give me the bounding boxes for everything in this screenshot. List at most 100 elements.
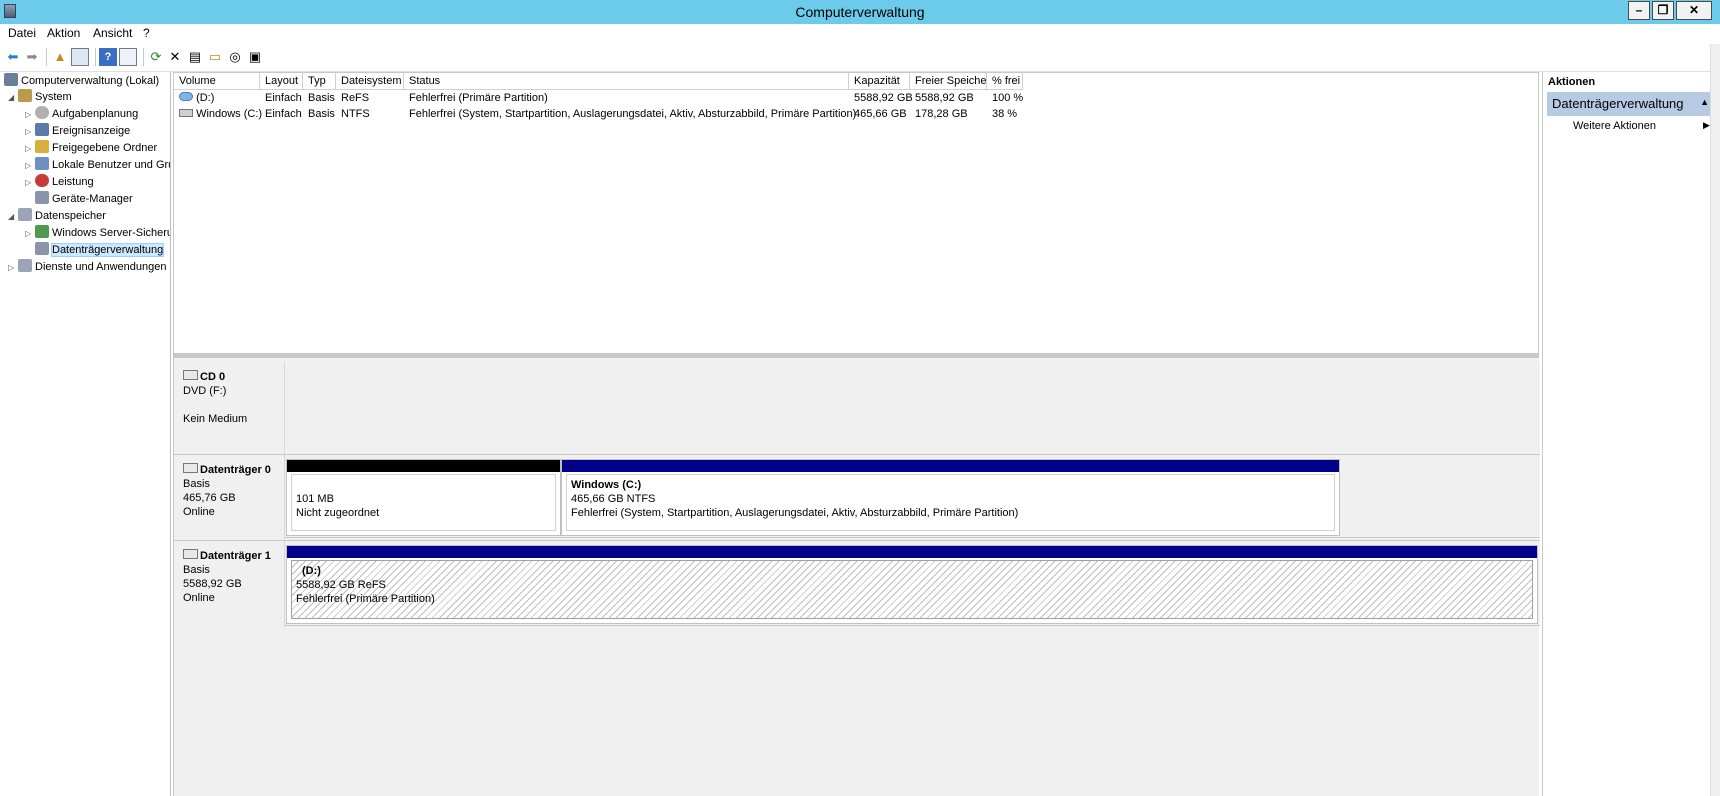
- tree-item-geraete-manager[interactable]: Geräte-Manager: [35, 191, 133, 207]
- tools-icon: [18, 89, 32, 102]
- disk-row-disk1[interactable]: Datenträger 1 Basis 5588,92 GB Online (D…: [174, 540, 1540, 627]
- disk-icon: [183, 463, 198, 473]
- search-disk-icon[interactable]: ◎: [226, 48, 244, 66]
- disk-label-disk1[interactable]: Datenträger 1 Basis 5588,92 GB Online: [174, 541, 285, 627]
- menu-ansicht[interactable]: Ansicht: [93, 26, 132, 40]
- actions-title: Aktionen: [1548, 76, 1596, 88]
- navigation-tree[interactable]: Computerverwaltung (Lokal) ◢ System ▷ Aufg…: [0, 72, 171, 796]
- table-cell: 100 %: [992, 92, 1024, 104]
- disk-row-cd0[interactable]: CD 0 DVD (F:) Kein Medium: [174, 362, 1540, 454]
- collapse-up-icon[interactable]: ▲: [1700, 97, 1709, 107]
- column-header-kapazitaet[interactable]: Kapazität: [849, 73, 910, 90]
- weitere-aktionen-item[interactable]: Weitere Aktionen: [1573, 120, 1656, 132]
- title-bar[interactable]: Computerverwaltung – ❐ ✕: [0, 0, 1720, 24]
- table-cell: 38 %: [992, 108, 1018, 120]
- settings-icon[interactable]: ▣: [246, 48, 264, 66]
- expand-arrow-icon[interactable]: ▷: [25, 124, 35, 140]
- column-header-volume[interactable]: Volume: [174, 73, 260, 90]
- up-folder-icon[interactable]: ▲: [51, 48, 69, 66]
- actions-section-header[interactable]: Datenträgerverwaltung ▲: [1547, 92, 1715, 116]
- column-header-freier-speicher[interactable]: Freier Speicher: [910, 73, 990, 90]
- show-hide-tree-icon[interactable]: [71, 48, 89, 66]
- table-cell: Einfach: [265, 108, 302, 120]
- table-cell: 178,28 GB: [915, 108, 968, 120]
- menu-datei[interactable]: Datei: [8, 26, 36, 40]
- expand-arrow-icon[interactable]: ▷: [25, 226, 35, 242]
- menu-help[interactable]: ?: [143, 26, 150, 40]
- properties-icon[interactable]: ▤: [186, 48, 204, 66]
- tree-item-ereignisanzeige[interactable]: ▷ Ereignisanzeige: [25, 123, 130, 139]
- table-cell: Basis: [308, 92, 335, 104]
- table-cell: NTFS: [341, 108, 370, 120]
- clock-icon: [35, 106, 49, 119]
- tree-item-datenspeicher[interactable]: ◢ Datenspeicher: [8, 208, 106, 224]
- collapse-arrow-icon[interactable]: ◢: [8, 90, 18, 106]
- actions-pane: Aktionen Datenträgerverwaltung ▲ Weitere…: [1542, 72, 1720, 796]
- partition-windows-c[interactable]: Windows (C:) 465,66 GB NTFS Fehlerfrei (…: [561, 459, 1340, 536]
- expand-arrow-icon[interactable]: ▷: [25, 158, 35, 174]
- restore-button[interactable]: ❐: [1652, 1, 1674, 20]
- tree-item-dienste[interactable]: ▷ Dienste und Anwendungen: [8, 259, 167, 275]
- cd-drive-icon: [183, 370, 198, 380]
- tree-item-lokale-benutzer[interactable]: ▷ Lokale Benutzer und Gru: [25, 157, 170, 174]
- tree-item-aufgabenplanung[interactable]: ▷ Aufgabenplanung: [25, 106, 138, 122]
- tree-item-freigegebene-ordner[interactable]: ▷ Freigegebene Ordner: [25, 140, 157, 156]
- column-header-prozent-frei[interactable]: % frei: [987, 73, 1023, 90]
- storage-icon: [18, 208, 32, 221]
- minimize-button[interactable]: –: [1628, 1, 1650, 20]
- table-row[interactable]: (D:): [174, 90, 260, 106]
- column-header-typ[interactable]: Typ: [303, 73, 336, 90]
- column-header-status[interactable]: Status: [404, 73, 849, 90]
- disk-map: CD 0 DVD (F:) Kein Medium Datenträger 0 …: [173, 358, 1540, 796]
- computer-icon: [4, 73, 18, 86]
- event-viewer-icon: [35, 123, 49, 136]
- refresh-icon[interactable]: ⟳: [147, 48, 165, 66]
- tree-item-root[interactable]: Computerverwaltung (Lokal): [4, 73, 159, 89]
- properties-panel-icon[interactable]: [119, 48, 137, 66]
- forward-arrow-icon[interactable]: ➡: [23, 48, 41, 66]
- table-cell: Einfach: [265, 92, 302, 104]
- tree-item-server-sicherung[interactable]: ▷Windows Server-Sicherung: [25, 225, 170, 242]
- column-header-dateisystem[interactable]: Dateisystem: [336, 73, 404, 90]
- partition-bar: [287, 460, 560, 472]
- table-cell: Fehlerfrei (Primäre Partition): [409, 92, 548, 104]
- expand-arrow-icon[interactable]: ▷: [25, 141, 35, 157]
- table-cell: Basis: [308, 108, 335, 120]
- users-icon: [35, 157, 49, 170]
- partition-bar: [287, 546, 1537, 558]
- partition-unallocated[interactable]: 101 MB Nicht zugeordnet: [286, 459, 561, 536]
- expand-arrow-icon[interactable]: ▷: [25, 107, 35, 123]
- toolbar: ⬅ ➡ ▲ ? ⟳ ✕ ▤ ▭ ◎ ▣: [0, 44, 1720, 72]
- tree-item-leistung[interactable]: ▷ Leistung: [25, 174, 94, 190]
- submenu-arrow-icon[interactable]: ▶: [1703, 120, 1710, 131]
- volume-icon: [179, 92, 193, 101]
- collapse-arrow-icon[interactable]: ◢: [8, 209, 18, 225]
- partition-bar: [562, 460, 1339, 472]
- services-icon: [18, 259, 32, 272]
- table-cell: 5588,92 GB: [854, 92, 913, 104]
- help-icon[interactable]: ?: [99, 48, 117, 66]
- close-button[interactable]: ✕: [1676, 1, 1712, 20]
- expand-arrow-icon[interactable]: ▷: [25, 175, 35, 191]
- window-scrollbar[interactable]: [1710, 44, 1720, 796]
- disk-management-icon: [35, 242, 49, 255]
- partition-d[interactable]: (D:) 5588,92 GB ReFS Fehlerfrei (Primäre…: [286, 545, 1538, 624]
- table-cell: Fehlerfrei (System, Startpartition, Ausl…: [409, 108, 857, 120]
- delete-icon[interactable]: ✕: [166, 48, 184, 66]
- disk-label-cd0[interactable]: CD 0 DVD (F:) Kein Medium: [174, 362, 285, 454]
- back-arrow-icon[interactable]: ⬅: [4, 48, 22, 66]
- table-row[interactable]: Windows (C:): [174, 106, 262, 122]
- column-header-layout[interactable]: Layout: [260, 73, 303, 90]
- tree-item-system[interactable]: ◢ System: [8, 89, 72, 105]
- expand-arrow-icon[interactable]: ▷: [8, 260, 18, 276]
- open-folder-icon[interactable]: ▭: [206, 48, 224, 66]
- table-cell: 5588,92 GB: [915, 92, 974, 104]
- performance-icon: [35, 174, 49, 187]
- window-title: Computerverwaltung: [795, 4, 925, 20]
- disk-label-disk0[interactable]: Datenträger 0 Basis 465,76 GB Online: [174, 455, 285, 539]
- volume-list[interactable]: Volume Layout Typ Dateisystem Status Kap…: [173, 72, 1539, 354]
- tree-item-datentraegerverwaltung[interactable]: Datenträgerverwaltung: [35, 242, 165, 258]
- disk-row-disk0[interactable]: Datenträger 0 Basis 465,76 GB Online 101…: [174, 454, 1540, 539]
- menu-aktion[interactable]: Aktion: [47, 26, 80, 40]
- shared-folder-icon: [35, 140, 49, 153]
